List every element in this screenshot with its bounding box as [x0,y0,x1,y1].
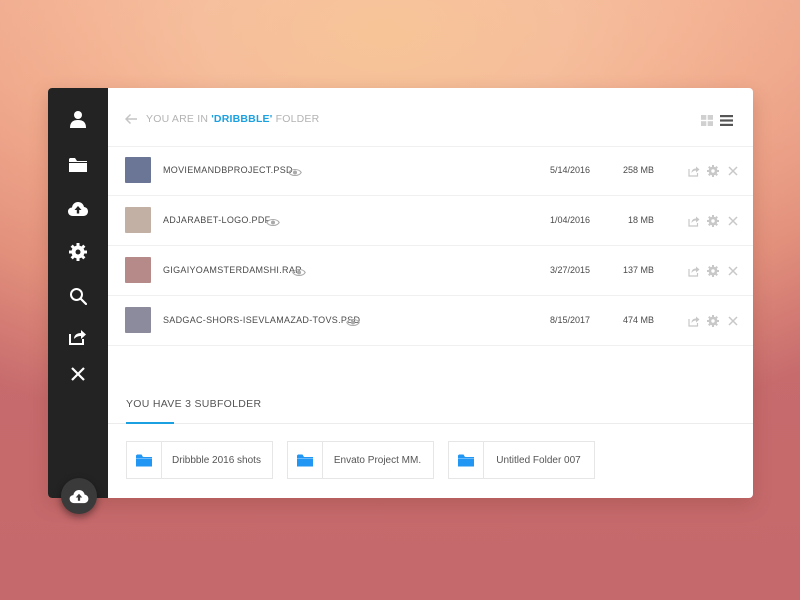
upload-fab-button[interactable] [61,478,97,514]
share-icon[interactable] [688,164,700,177]
delete-icon[interactable] [727,264,739,276]
file-thumbnail [125,157,151,183]
sidebar [48,88,108,514]
close-icon[interactable] [66,362,90,386]
gear-icon[interactable] [707,264,719,277]
file-thumbnail [125,207,151,233]
file-date: 5/14/2016 [549,165,590,175]
delete-icon[interactable] [727,314,739,326]
eye-icon[interactable] [292,265,306,277]
file-row[interactable]: GIGAIYOAMSTERDAMSHI.RAR 3/27/2015 137 MB [108,246,753,296]
share-icon[interactable] [688,264,700,277]
folder-icon [288,442,323,478]
file-size: 258 MB [622,165,654,175]
eye-icon[interactable] [346,315,360,327]
subfolder-heading: YOU HAVE 3 SUBFOLDER [126,398,262,410]
share-icon[interactable] [66,324,90,348]
subfolder-card[interactable]: Dribbble 2016 shots [126,441,273,479]
folder-icon [127,442,162,478]
share-icon[interactable] [688,314,700,327]
subfolder-label: Dribbble 2016 shots [172,454,261,466]
file-date: 8/15/2017 [549,315,590,325]
file-name: MOVIEMANDBPROJECT.PSD [163,165,293,175]
file-date: 1/04/2016 [549,215,590,225]
file-thumbnail [125,257,151,283]
list-view-icon[interactable] [720,113,733,126]
divider [108,423,753,424]
file-name: SADGAC-SHORS-ISEVLAMAZAD-TOVS.PSD [163,315,361,325]
grid-view-icon[interactable] [701,113,713,126]
delete-icon[interactable] [727,164,739,176]
back-arrow-icon[interactable] [124,112,138,126]
main-panel: YOU ARE IN 'DRIBBBLE' FOLDER MOVIEMANDBP… [108,88,753,498]
eye-icon[interactable] [288,165,302,177]
gear-icon[interactable] [707,314,719,327]
file-thumbnail [125,307,151,333]
file-date: 3/27/2015 [549,265,590,275]
active-tab-underline [126,422,174,424]
share-icon[interactable] [688,214,700,227]
subfolder-card[interactable]: Untitled Folder 007 [448,441,595,479]
file-size: 18 MB [627,215,654,225]
gear-icon[interactable] [707,164,719,177]
breadcrumb-prefix: YOU ARE IN [146,113,212,125]
file-name: ADJARABET-LOGO.PDF [163,215,271,225]
file-manager-window: YOU ARE IN 'DRIBBBLE' FOLDER MOVIEMANDBP… [48,88,753,514]
file-row[interactable]: ADJARABET-LOGO.PDF 1/04/2016 18 MB [108,196,753,246]
header: YOU ARE IN 'DRIBBBLE' FOLDER [108,88,753,147]
file-row[interactable]: SADGAC-SHORS-ISEVLAMAZAD-TOVS.PSD 8/15/2… [108,296,753,346]
cloud-upload-icon[interactable] [66,197,90,221]
breadcrumb: YOU ARE IN 'DRIBBBLE' FOLDER [146,113,319,125]
subfolder-label: Envato Project MM. [333,454,422,466]
delete-icon[interactable] [727,214,739,226]
file-size: 137 MB [622,265,654,275]
subfolder-label: Untitled Folder 007 [496,454,581,466]
file-name: GIGAIYOAMSTERDAMSHI.RAR [163,265,302,275]
file-row[interactable]: MOVIEMANDBPROJECT.PSD 5/14/2016 258 MB [108,146,753,196]
subfolder-card[interactable]: Envato Project MM. [287,441,434,479]
eye-icon[interactable] [266,215,280,227]
folder-icon [449,442,484,478]
user-icon[interactable] [66,107,90,131]
cloud-upload-icon [69,489,89,503]
search-icon[interactable] [66,284,90,308]
breadcrumb-suffix: FOLDER [272,113,320,125]
gear-icon[interactable] [66,240,90,264]
file-size: 474 MB [622,315,654,325]
folder-icon[interactable] [66,153,90,177]
file-list: MOVIEMANDBPROJECT.PSD 5/14/2016 258 MB A… [108,146,753,346]
breadcrumb-folder[interactable]: 'DRIBBBLE' [211,113,272,125]
gear-icon[interactable] [707,214,719,227]
